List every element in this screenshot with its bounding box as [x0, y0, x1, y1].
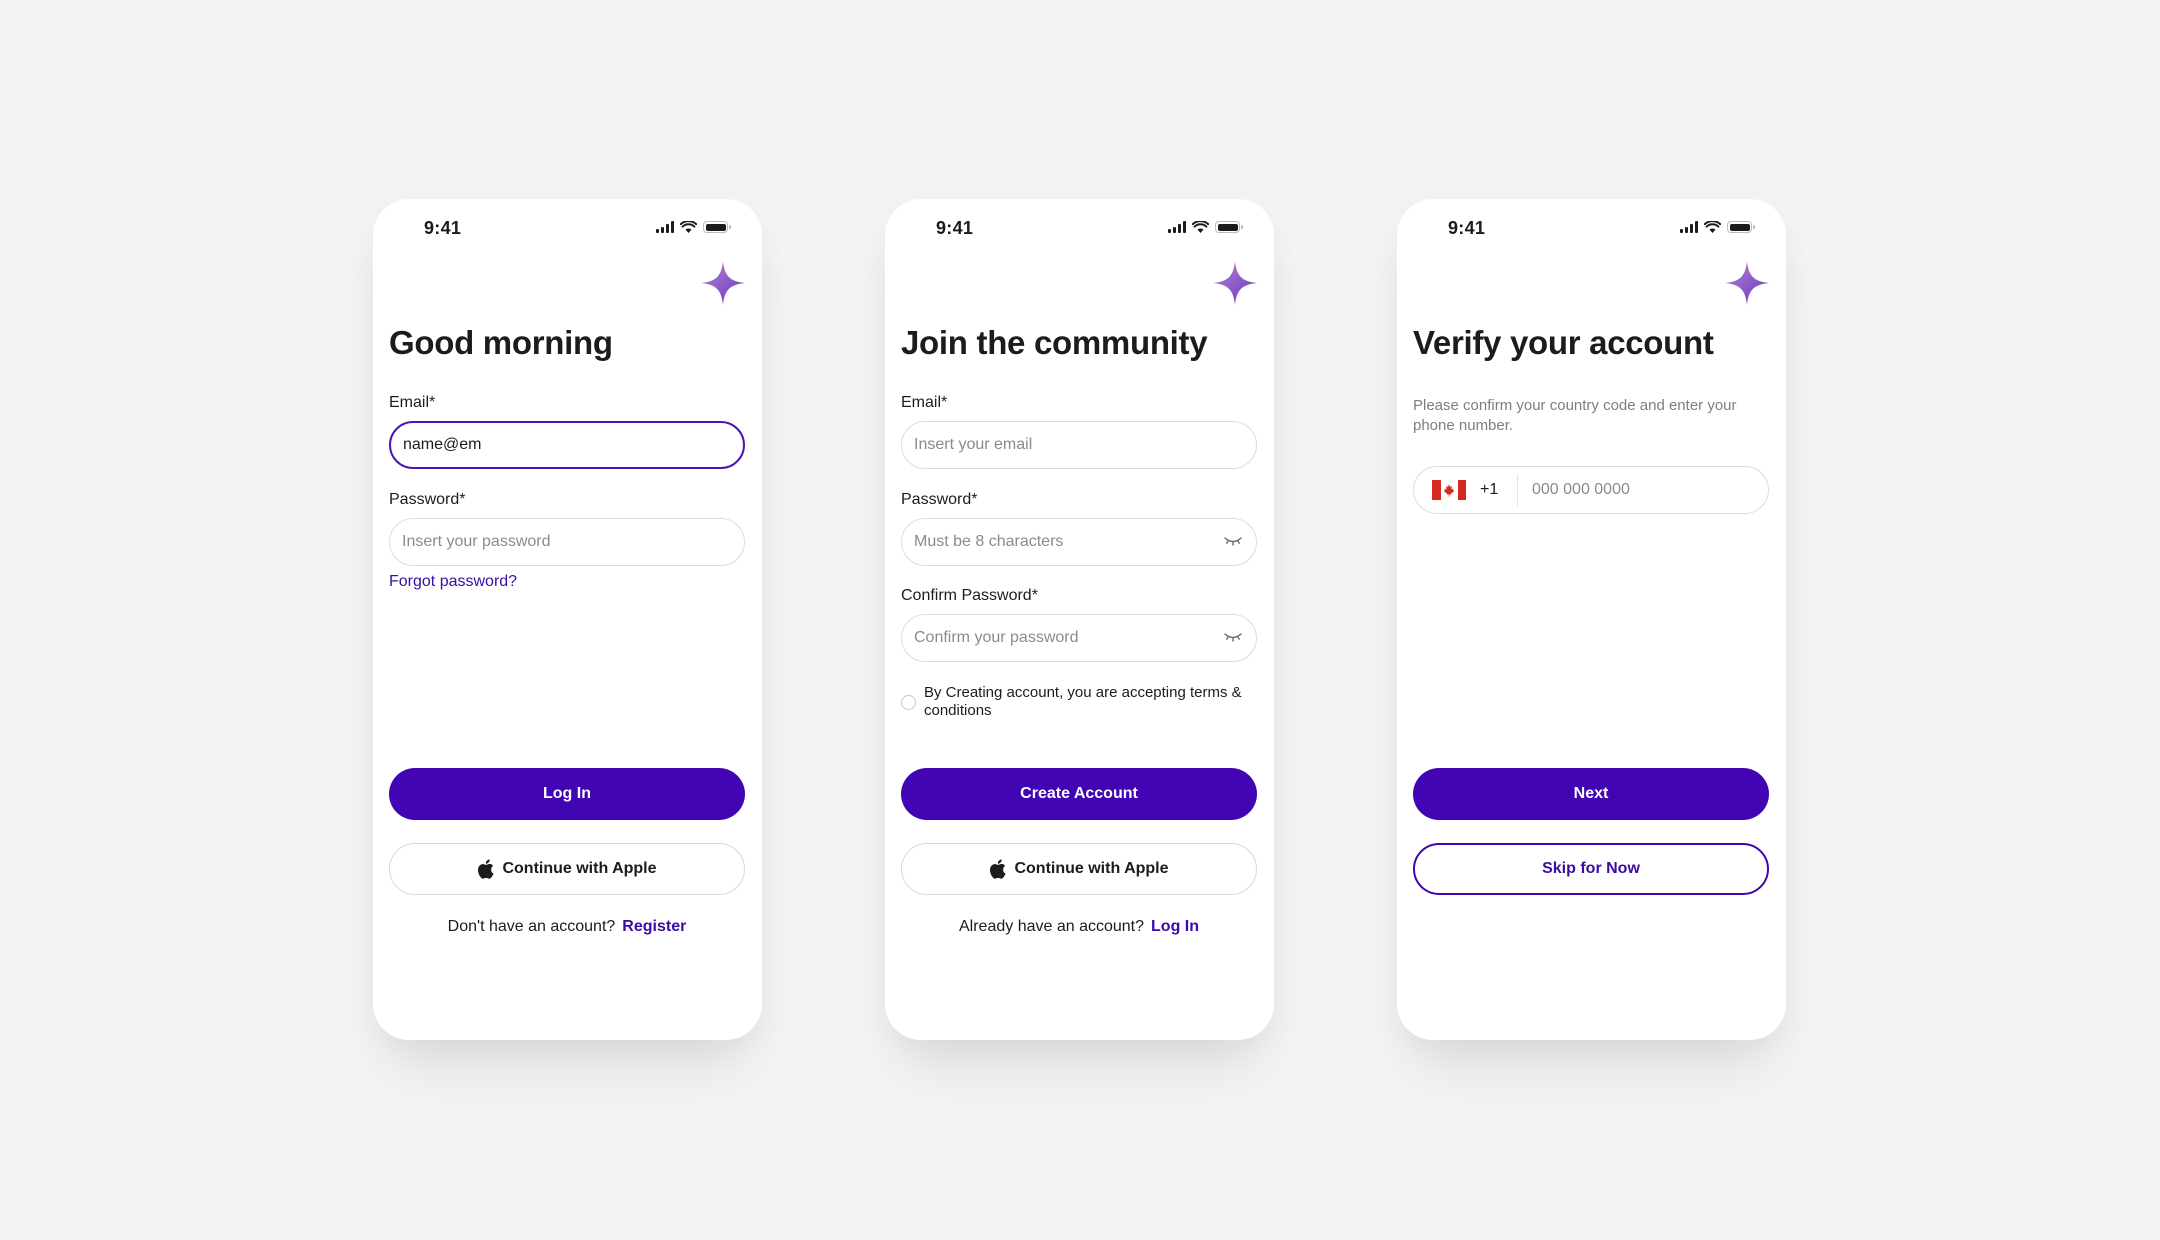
cellular-signal-icon	[1168, 221, 1186, 233]
forgot-password-link[interactable]: Forgot password?	[389, 573, 517, 591]
page-title: Good morning	[389, 324, 613, 361]
phone-number-field[interactable]: +1 000 000 0000	[1413, 466, 1769, 514]
password-label: Password*	[389, 491, 466, 508]
status-icons	[656, 221, 731, 233]
email-field[interactable]: name@em	[389, 421, 745, 469]
status-bar: 9:41	[885, 218, 1274, 238]
status-time: 9:41	[1448, 218, 1486, 238]
email-label: Email*	[389, 394, 436, 411]
email-placeholder: Insert your email	[914, 436, 1033, 453]
sparkle-logo-icon	[1725, 261, 1769, 305]
sparkle-logo-icon	[701, 261, 745, 305]
terms-row: By Creating account, you are accepting t…	[901, 684, 1261, 720]
log-in-link[interactable]: Log In	[1151, 918, 1199, 936]
page-title: Join the community	[901, 324, 1208, 361]
status-bar: 9:41	[1397, 218, 1786, 238]
verify-screen: 9:41 Verify your account Please confirm …	[1397, 199, 1786, 1040]
sparkle-logo-icon	[1213, 261, 1257, 305]
login-screen: 9:41 Good morning Email* name@em Passwor…	[373, 199, 762, 1040]
skip-for-now-label: Skip for Now	[1542, 860, 1640, 877]
page-subtitle: Please confirm your country code and ent…	[1413, 397, 1737, 434]
continue-with-apple-label: Continue with Apple	[502, 860, 657, 877]
terms-text: By Creating account, you are accepting t…	[924, 684, 1242, 719]
apple-icon	[990, 859, 1006, 879]
email-field-value: name@em	[403, 436, 482, 453]
terms-checkbox[interactable]	[901, 694, 916, 710]
cellular-signal-icon	[656, 221, 674, 233]
password-placeholder: Insert your password	[402, 533, 551, 550]
next-button-label: Next	[1573, 785, 1609, 802]
status-time: 9:41	[936, 218, 974, 238]
register-link[interactable]: Register	[622, 918, 686, 936]
confirm-password-placeholder: Confirm your password	[914, 629, 1079, 646]
wifi-icon	[1192, 221, 1209, 233]
continue-with-apple-button[interactable]: Continue with Apple	[901, 843, 1257, 895]
confirm-password-field[interactable]: Confirm your password	[901, 614, 1257, 662]
email-label: Email*	[901, 394, 948, 411]
email-field[interactable]: Insert your email	[901, 421, 1257, 469]
canada-flag-icon	[1432, 480, 1466, 500]
skip-for-now-button[interactable]: Skip for Now	[1413, 843, 1769, 895]
battery-icon	[1727, 221, 1755, 233]
create-account-button[interactable]: Create Account	[901, 768, 1257, 820]
page-title: Verify your account	[1413, 324, 1714, 361]
apple-icon	[478, 859, 494, 879]
log-in-button-label: Log In	[543, 785, 591, 802]
status-time: 9:41	[424, 218, 462, 238]
eye-closed-icon[interactable]	[1224, 534, 1242, 548]
battery-icon	[703, 221, 731, 233]
login-prompt: Already have an account? Log In	[901, 918, 1257, 936]
country-code-selector[interactable]: +1	[1414, 474, 1518, 506]
phone-number-placeholder: 000 000 0000	[1532, 481, 1630, 498]
password-placeholder: Must be 8 characters	[914, 533, 1064, 550]
battery-icon	[1215, 221, 1243, 233]
log-in-button[interactable]: Log In	[389, 768, 745, 820]
status-bar: 9:41	[373, 218, 762, 238]
password-label: Password*	[901, 491, 978, 508]
register-prompt-text: Don't have an account?	[447, 918, 616, 935]
wifi-icon	[1704, 221, 1721, 233]
next-button[interactable]: Next	[1413, 768, 1769, 820]
country-code-text: +1	[1480, 481, 1499, 498]
confirm-password-label: Confirm Password*	[901, 587, 1038, 604]
create-account-button-label: Create Account	[1020, 785, 1138, 802]
cellular-signal-icon	[1680, 221, 1698, 233]
status-icons	[1168, 221, 1243, 233]
login-prompt-text: Already have an account?	[959, 918, 1145, 935]
register-prompt: Don't have an account? Register	[389, 918, 745, 936]
continue-with-apple-button[interactable]: Continue with Apple	[389, 843, 745, 895]
password-field[interactable]: Insert your password	[389, 518, 745, 566]
status-icons	[1680, 221, 1755, 233]
wifi-icon	[680, 221, 697, 233]
register-screen: 9:41 Join the community Email* Insert yo…	[885, 199, 1274, 1040]
eye-closed-icon[interactable]	[1224, 630, 1242, 644]
password-field[interactable]: Must be 8 characters	[901, 518, 1257, 566]
continue-with-apple-label: Continue with Apple	[1014, 860, 1169, 877]
